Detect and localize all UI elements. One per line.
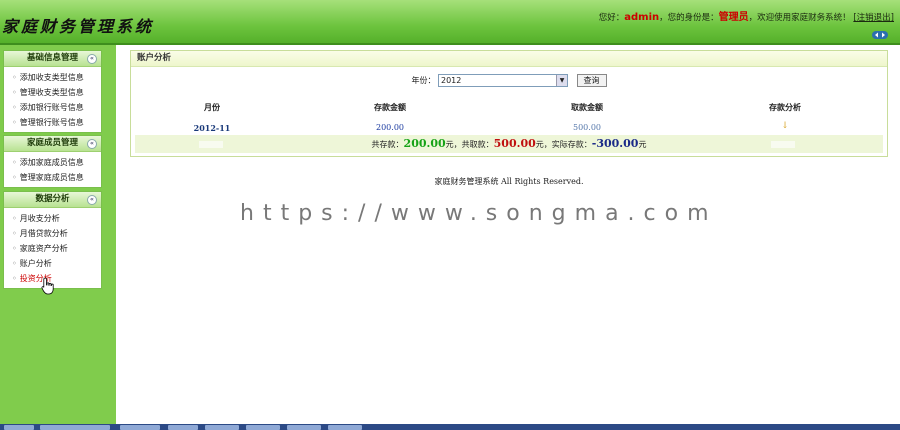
table-cell-deposit: 200.00 xyxy=(376,123,404,132)
taskbar-button[interactable] xyxy=(328,425,362,430)
summary-row: 共存款：200.00元，共取款：500.00元，实际存款：-300.00元 xyxy=(135,135,883,153)
unit-label: 元， xyxy=(445,140,462,149)
table-cell-month: 2012-11 xyxy=(193,123,231,133)
menu-section-family: 家庭成员管理 « 添加家庭成员信息 管理家庭成员信息 xyxy=(3,135,102,188)
taskbar-button[interactable] xyxy=(205,425,239,430)
total-deposit-label: 共存款： xyxy=(371,140,404,149)
main-content: 账户分析 年份： 2012 ▼ 查询 月份 存款金额 取款金额 存款分析 201… xyxy=(118,45,900,424)
down-arrow-icon: ↓ xyxy=(781,121,789,131)
user-role: 管理员 xyxy=(718,12,749,23)
sidebar-item-monthly-income[interactable]: 月收支分析 xyxy=(4,211,101,226)
unit-label: 元， xyxy=(535,140,552,149)
user-bar: 您好：admin，您的身份是：管理员，欢迎使用家庭财务系统！ [注销退出] xyxy=(599,8,894,23)
app-title: 家庭财务管理系统 xyxy=(2,17,155,36)
sidebar-item-add-bank[interactable]: 添加银行账号信息 xyxy=(4,100,101,115)
year-filter: 年份： 2012 ▼ 查询 xyxy=(131,74,887,87)
logout-link[interactable]: [注销退出] xyxy=(853,13,894,23)
watermark-url: https://www.songma.com xyxy=(240,201,718,226)
sidebar-item-family-assets[interactable]: 家庭资产分析 xyxy=(4,241,101,256)
sidebar: 基础信息管理 « 添加收支类型信息 管理收支类型信息 添加银行账号信息 管理银行… xyxy=(0,45,116,424)
greeting-prefix: 您好： xyxy=(598,13,625,23)
total-withdraw-value: 500.00 xyxy=(493,137,536,150)
taskbar-button[interactable] xyxy=(120,425,160,430)
column-header-month: 月份 xyxy=(204,103,220,112)
menu-section-header[interactable]: 家庭成员管理 « xyxy=(4,136,101,152)
welcome-text: ，欢迎使用家庭财务系统！ xyxy=(748,13,851,23)
actual-deposit-label: 实际存款： xyxy=(551,140,592,149)
account-analysis-panel: 账户分析 年份： 2012 ▼ 查询 月份 存款金额 取款金额 存款分析 201… xyxy=(130,50,888,157)
taskbar-button[interactable] xyxy=(168,425,198,430)
identity-prefix: ，您的身份是： xyxy=(659,13,719,23)
sidebar-item-manage-type[interactable]: 管理收支类型信息 xyxy=(4,85,101,100)
column-header-withdraw: 取款金额 xyxy=(571,103,603,112)
taskbar-button[interactable] xyxy=(287,425,321,430)
taskbar xyxy=(0,424,900,430)
menu-section-title: 数据分析 xyxy=(35,194,70,204)
sidebar-item-account-analysis[interactable]: 账户分析 xyxy=(4,256,101,271)
menu-section-header[interactable]: 基础信息管理 « xyxy=(4,51,101,67)
menu-section-analysis: 数据分析 « 月收支分析 月借贷款分析 家庭资产分析 账户分析 投资分析 xyxy=(3,191,102,289)
total-deposit-value: 200.00 xyxy=(403,137,446,150)
app-header: 家庭财务管理系统 您好：admin，您的身份是：管理员，欢迎使用家庭财务系统！ … xyxy=(0,0,900,43)
menu-section-header[interactable]: 数据分析 « xyxy=(4,192,101,208)
sidebar-item-add-member[interactable]: 添加家庭成员信息 xyxy=(4,155,101,170)
table-cell-withdraw: 500.00 xyxy=(573,123,601,132)
taskbar-button[interactable] xyxy=(40,425,110,430)
year-select[interactable]: 2012 ▼ xyxy=(438,74,568,87)
panel-title: 账户分析 xyxy=(131,51,887,67)
sidebar-item-add-type[interactable]: 添加收支类型信息 xyxy=(4,70,101,85)
query-button[interactable]: 查询 xyxy=(576,74,607,87)
footer-copyright: 家庭财务管理系统 All Rights Reserved. xyxy=(434,177,584,186)
sidebar-item-manage-member[interactable]: 管理家庭成员信息 xyxy=(4,170,101,185)
year-label: 年份： xyxy=(411,76,436,85)
collapse-arrows-icon[interactable] xyxy=(872,31,888,39)
dropdown-arrow-icon[interactable]: ▼ xyxy=(556,75,567,86)
menu-section-title: 基础信息管理 xyxy=(26,53,78,63)
sidebar-item-monthly-loan[interactable]: 月借贷款分析 xyxy=(4,226,101,241)
unit-label: 元 xyxy=(638,140,647,149)
collapse-toggle-icon[interactable]: « xyxy=(87,195,97,205)
actual-deposit-value: -300.00 xyxy=(591,137,639,150)
username: admin xyxy=(624,12,660,23)
year-value: 2012 xyxy=(441,76,462,85)
hand-cursor-icon xyxy=(41,277,54,295)
summary-text: 共存款：200.00元，共取款：500.00元，实际存款：-300.00元 xyxy=(135,135,883,154)
collapse-toggle-icon[interactable]: « xyxy=(87,139,97,149)
sidebar-item-manage-bank[interactable]: 管理银行账号信息 xyxy=(4,115,101,130)
total-withdraw-label: 共取款： xyxy=(461,140,494,149)
taskbar-button[interactable] xyxy=(4,425,34,430)
menu-section-basic-info: 基础信息管理 « 添加收支类型信息 管理收支类型信息 添加银行账号信息 管理银行… xyxy=(3,50,102,133)
menu-section-title: 家庭成员管理 xyxy=(26,138,78,148)
taskbar-button[interactable] xyxy=(246,425,280,430)
collapse-toggle-icon[interactable]: « xyxy=(87,54,97,64)
column-header-analysis: 存款分析 xyxy=(769,103,801,112)
column-header-deposit: 存款金额 xyxy=(374,103,406,112)
